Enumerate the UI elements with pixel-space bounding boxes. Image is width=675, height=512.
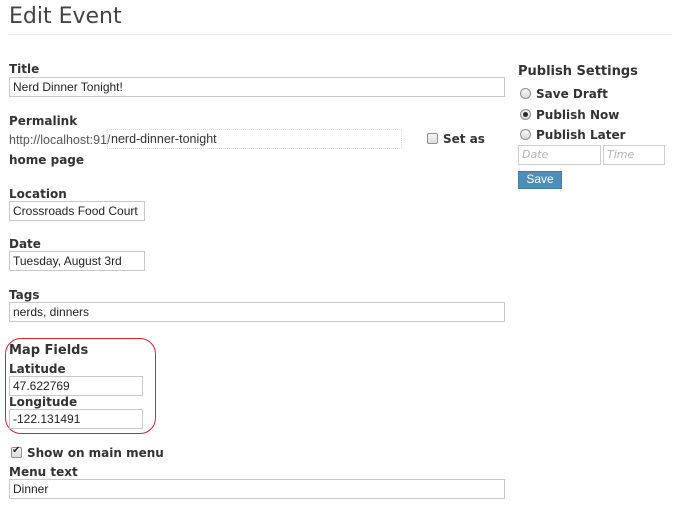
publish-now-radio[interactable] (520, 109, 531, 120)
homepage-label-part2: home page (9, 153, 85, 167)
latitude-input[interactable]: 47.622769 (9, 376, 143, 396)
permalink-slug-input[interactable]: nerd-dinner-tonight (107, 129, 402, 149)
publish-settings-heading: Publish Settings (518, 64, 638, 79)
date-input[interactable]: Tuesday, August 3rd (9, 251, 145, 271)
tags-label: Tags (9, 288, 40, 302)
tags-input[interactable]: nerds, dinners (9, 302, 505, 322)
homepage-checkbox[interactable] (427, 133, 438, 144)
publish-now-label: Publish Now (536, 108, 620, 122)
permalink-label: Permalink (9, 114, 78, 128)
homepage-label-part1: Set as (443, 132, 485, 146)
map-fields-heading: Map Fields (9, 343, 89, 358)
date-label: Date (9, 237, 41, 251)
save-draft-radio[interactable] (520, 88, 531, 99)
menu-text-label: Menu text (9, 465, 78, 479)
publish-date-input[interactable]: Date (518, 145, 601, 165)
save-draft-label: Save Draft (536, 87, 608, 101)
title-input[interactable]: Nerd Dinner Tonight! (9, 77, 505, 97)
page-title: Edit Event (9, 4, 122, 29)
location-input[interactable]: Crossroads Food Court (9, 201, 145, 221)
permalink-base-url: http://localhost:91/ (9, 133, 111, 147)
publish-time-input[interactable]: Time (603, 145, 665, 165)
menu-text-input[interactable]: Dinner (9, 479, 505, 499)
show-on-menu-checkbox[interactable] (11, 445, 22, 458)
show-on-menu-label: Show on main menu (27, 446, 164, 460)
publish-later-radio[interactable] (520, 129, 531, 140)
longitude-input[interactable]: -122.131491 (9, 409, 143, 429)
publish-later-label: Publish Later (536, 128, 626, 142)
longitude-label: Longitude (9, 395, 78, 409)
location-label: Location (9, 187, 67, 201)
title-label: Title (9, 62, 40, 76)
latitude-label: Latitude (9, 362, 66, 376)
save-button[interactable]: Save (518, 171, 562, 189)
title-divider (9, 34, 672, 35)
